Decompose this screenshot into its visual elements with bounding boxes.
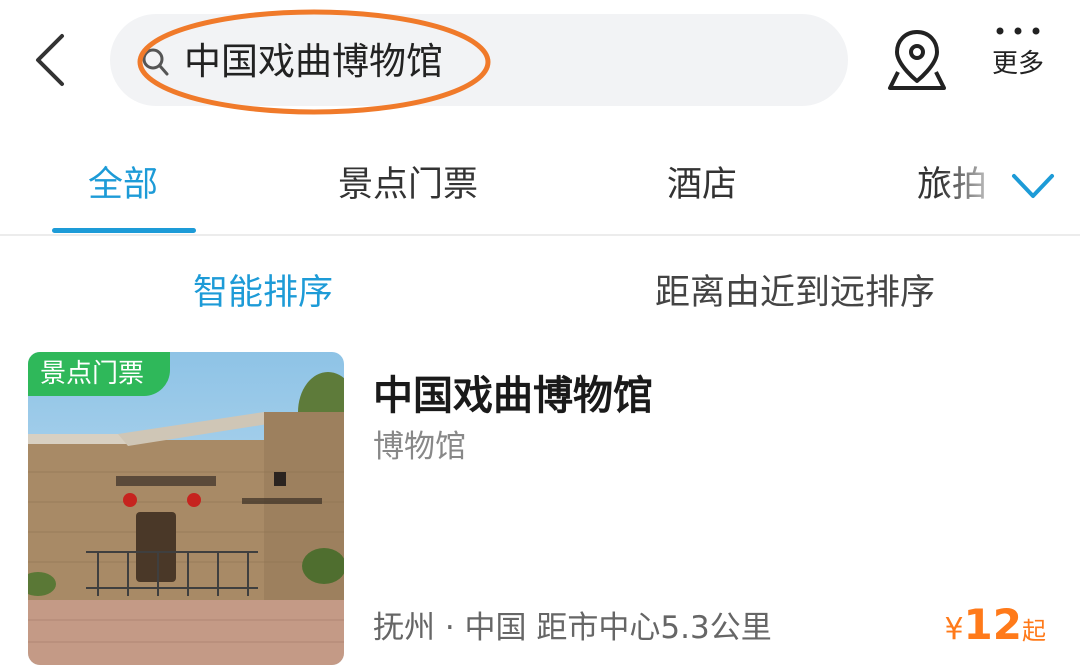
tabs-expand-button[interactable] <box>1008 164 1058 208</box>
map-pin-icon <box>888 30 946 90</box>
price-value: 12 <box>963 600 1022 649</box>
chevron-left-icon <box>36 34 64 86</box>
map-button[interactable] <box>884 26 950 94</box>
tabs-fade <box>940 140 1010 230</box>
tab-all[interactable]: 全部 <box>88 162 158 208</box>
chevron-down-icon <box>1012 174 1054 198</box>
more-button[interactable]: 更多 <box>980 14 1056 104</box>
active-tab-indicator <box>52 228 196 233</box>
tab-hotel[interactable]: 酒店 <box>667 162 737 208</box>
tabs-divider <box>0 234 1080 236</box>
sort-by-distance[interactable]: 距离由近到远排序 <box>655 270 935 316</box>
result-location: 抚州 · 中国 距市中心5.3公里 <box>373 610 772 646</box>
result-price: ¥12起 <box>944 600 1046 649</box>
result-title[interactable]: 中国戏曲博物馆 <box>373 370 653 422</box>
result-thumbnail: 景点门票 <box>28 352 344 665</box>
price-suffix: 起 <box>1022 617 1046 645</box>
category-tabs: 全部 景点门票 酒店 旅拍 <box>0 140 1080 234</box>
search-icon <box>140 46 170 78</box>
result-category: 博物馆 <box>373 429 466 465</box>
result-card[interactable]: 景点门票 中国戏曲博物馆 博物馆 抚州 · 中国 距市中心5.3公里 ¥12起 <box>0 348 1080 665</box>
museum-photo <box>28 352 344 665</box>
back-button[interactable] <box>22 28 82 92</box>
more-dots-icon <box>980 14 1056 48</box>
sort-smart[interactable]: 智能排序 <box>193 270 333 316</box>
more-label: 更多 <box>991 49 1044 79</box>
search-input[interactable]: 中国戏曲博物馆 <box>184 38 443 86</box>
tab-tickets[interactable]: 景点门票 <box>338 162 478 208</box>
price-currency: ¥ <box>944 612 964 647</box>
thumbnail-badge: 景点门票 <box>28 352 171 396</box>
